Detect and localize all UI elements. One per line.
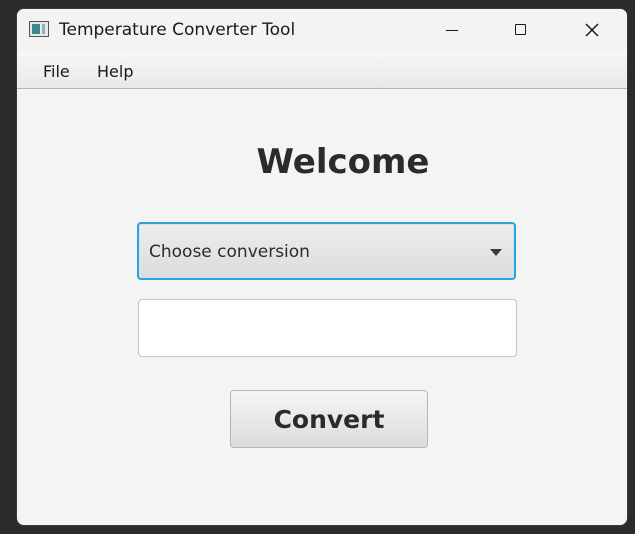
maximize-button[interactable] [487, 9, 557, 51]
menu-help[interactable]: Help [95, 62, 135, 81]
minimize-icon [446, 30, 458, 31]
menu-bar: File Help [17, 51, 627, 89]
close-icon [585, 23, 599, 37]
icon-pane-left [32, 24, 40, 34]
convert-button[interactable]: Convert [230, 390, 428, 448]
app-window-icon [29, 21, 49, 37]
menu-file[interactable]: File [41, 62, 72, 81]
temperature-input[interactable] [138, 299, 517, 357]
chevron-down-icon [490, 249, 502, 256]
minimize-button[interactable] [417, 9, 487, 51]
conversion-dropdown[interactable]: Choose conversion [137, 222, 516, 280]
welcome-heading: Welcome [256, 142, 430, 182]
icon-pane-right [42, 24, 45, 34]
title-bar[interactable]: Temperature Converter Tool [17, 9, 627, 51]
maximize-icon [515, 24, 526, 35]
app-window: Temperature Converter Tool File Help Wel… [16, 8, 628, 526]
close-button[interactable] [557, 9, 627, 51]
conversion-dropdown-value: Choose conversion [149, 242, 310, 262]
window-title: Temperature Converter Tool [59, 20, 296, 40]
